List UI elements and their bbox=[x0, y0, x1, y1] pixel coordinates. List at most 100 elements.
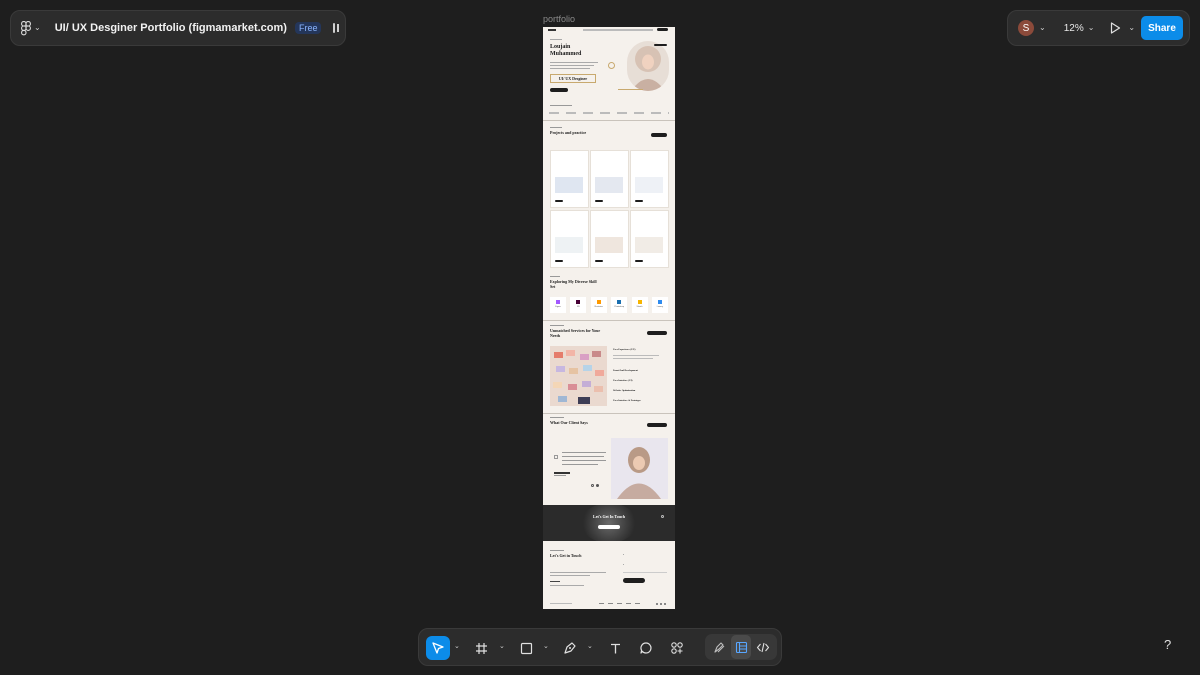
nav-cta bbox=[657, 28, 668, 31]
contact-text bbox=[550, 575, 590, 576]
illustrator-icon bbox=[596, 300, 601, 304]
nav-logo bbox=[548, 29, 556, 31]
project-card bbox=[630, 150, 669, 208]
chevron-down-icon[interactable]: ⌄ bbox=[499, 642, 505, 650]
footer-links bbox=[599, 603, 641, 604]
draw-pencil-icon bbox=[713, 641, 724, 653]
testimonial-photo bbox=[611, 438, 668, 499]
services-image bbox=[550, 346, 607, 406]
skill-item: Figma bbox=[550, 297, 566, 313]
figma-canvas[interactable]: ⌄ UI/ UX Desginer Portfolio (figmamarket… bbox=[0, 0, 1200, 675]
skills-row: Figma XD Illustrator Photoshop Sketch Lu… bbox=[550, 297, 668, 313]
form-dot bbox=[623, 554, 624, 555]
project-card bbox=[630, 210, 669, 268]
portfolio-frame[interactable]: Loujain Muhammed UI/ UX Desginer Project… bbox=[543, 27, 675, 609]
contact-email bbox=[550, 585, 584, 586]
figma-icon bbox=[556, 300, 560, 304]
hero-role-badge: UI/ UX Desginer bbox=[550, 74, 596, 83]
hero-text bbox=[550, 68, 590, 70]
quote-line bbox=[562, 456, 604, 457]
move-tool[interactable] bbox=[426, 636, 450, 660]
form-submit bbox=[623, 578, 645, 583]
chevron-down-icon[interactable]: ⌄ bbox=[1128, 24, 1135, 32]
services-button bbox=[647, 331, 667, 335]
design-mode-button[interactable] bbox=[731, 635, 751, 659]
skill-item: Sketch bbox=[631, 297, 648, 313]
skill-item: Lunacy bbox=[651, 297, 668, 313]
logos-kicker bbox=[550, 105, 572, 107]
skill-label: XD bbox=[577, 306, 580, 308]
file-title[interactable]: UI/ UX Desginer Portfolio (figmamarket.c… bbox=[55, 22, 287, 34]
skill-item: Photoshop bbox=[611, 297, 628, 313]
contact-text bbox=[550, 572, 606, 573]
header-right-panel: S ⌄ 12% ⌄ ⌄ Share bbox=[1007, 10, 1190, 46]
project-thumbnail bbox=[555, 237, 583, 253]
skill-item: XD bbox=[570, 297, 587, 313]
skills-kicker bbox=[550, 276, 560, 278]
share-button[interactable]: Share bbox=[1141, 16, 1183, 40]
help-button[interactable]: ? bbox=[1164, 637, 1171, 652]
client-logos bbox=[549, 112, 669, 114]
comment-tool[interactable] bbox=[636, 636, 656, 660]
plan-badge[interactable]: Free bbox=[294, 22, 322, 34]
shape-tool[interactable] bbox=[516, 636, 536, 660]
present-play-icon[interactable] bbox=[1110, 22, 1121, 34]
chevron-down-icon[interactable]: ⌄ bbox=[587, 642, 593, 650]
user-avatar[interactable]: S bbox=[1018, 20, 1034, 36]
projects-button bbox=[651, 133, 667, 137]
bottom-toolbar: ⌄ ⌄ ⌄ ⌄ bbox=[418, 628, 782, 666]
frame-tool[interactable] bbox=[471, 636, 491, 660]
main-menu-button[interactable]: ⌄ bbox=[21, 20, 41, 36]
footer-social bbox=[656, 603, 668, 605]
project-thumbnail bbox=[635, 237, 663, 253]
zoom-level[interactable]: 12% bbox=[1064, 23, 1084, 34]
pen-tool[interactable] bbox=[560, 636, 580, 660]
form-field bbox=[623, 572, 667, 573]
skill-label: Illustrator bbox=[594, 306, 603, 308]
chevron-down-icon[interactable]: ⌄ bbox=[1039, 24, 1046, 32]
skill-label: Sketch bbox=[636, 306, 643, 308]
text-t-icon bbox=[610, 643, 620, 653]
testimonials-kicker bbox=[550, 417, 564, 419]
project-thumbnail bbox=[635, 177, 663, 193]
mode-switcher bbox=[705, 634, 777, 660]
chevron-down-icon[interactable]: ⌄ bbox=[454, 642, 460, 650]
hero-kicker bbox=[550, 39, 562, 41]
project-button bbox=[555, 260, 563, 262]
frame-hash-icon bbox=[475, 642, 487, 654]
project-thumbnail bbox=[555, 177, 583, 193]
service-item: User Interface (UI) bbox=[613, 379, 633, 382]
actions-tool[interactable] bbox=[667, 636, 687, 660]
plus-icon bbox=[661, 515, 664, 518]
figma-logo-icon bbox=[21, 20, 31, 35]
project-card bbox=[550, 210, 589, 268]
pen-nib-icon bbox=[564, 642, 576, 654]
text-tool[interactable] bbox=[605, 636, 625, 660]
cursor-arrow-icon bbox=[432, 642, 444, 654]
divider bbox=[543, 320, 675, 321]
divider bbox=[543, 413, 675, 414]
project-card bbox=[550, 150, 589, 208]
projects-heading: Projects and practice bbox=[550, 130, 587, 135]
client-name bbox=[554, 472, 570, 474]
services-kicker bbox=[550, 325, 564, 327]
service-desc bbox=[613, 358, 653, 359]
carousel-controls bbox=[591, 484, 605, 487]
nav-links bbox=[583, 29, 653, 31]
dev-mode-button[interactable] bbox=[753, 635, 773, 659]
client-role bbox=[554, 475, 566, 476]
draw-mode-button[interactable] bbox=[709, 635, 729, 659]
next-arrow-icon bbox=[596, 484, 599, 487]
toggle-sidebar-icon[interactable] bbox=[333, 23, 339, 33]
footer-copy bbox=[550, 603, 572, 604]
chevron-down-icon[interactable]: ⌄ bbox=[1088, 24, 1095, 32]
service-desc bbox=[613, 355, 659, 356]
project-card bbox=[590, 210, 629, 268]
frame-label[interactable]: portfolio bbox=[543, 14, 575, 24]
contact-kicker bbox=[550, 550, 564, 552]
file-panel: ⌄ UI/ UX Desginer Portfolio (figmamarket… bbox=[10, 10, 346, 46]
chevron-down-icon[interactable]: ⌄ bbox=[543, 642, 549, 650]
divider bbox=[543, 120, 675, 121]
project-button bbox=[635, 260, 643, 262]
skill-label: Lunacy bbox=[656, 306, 664, 308]
